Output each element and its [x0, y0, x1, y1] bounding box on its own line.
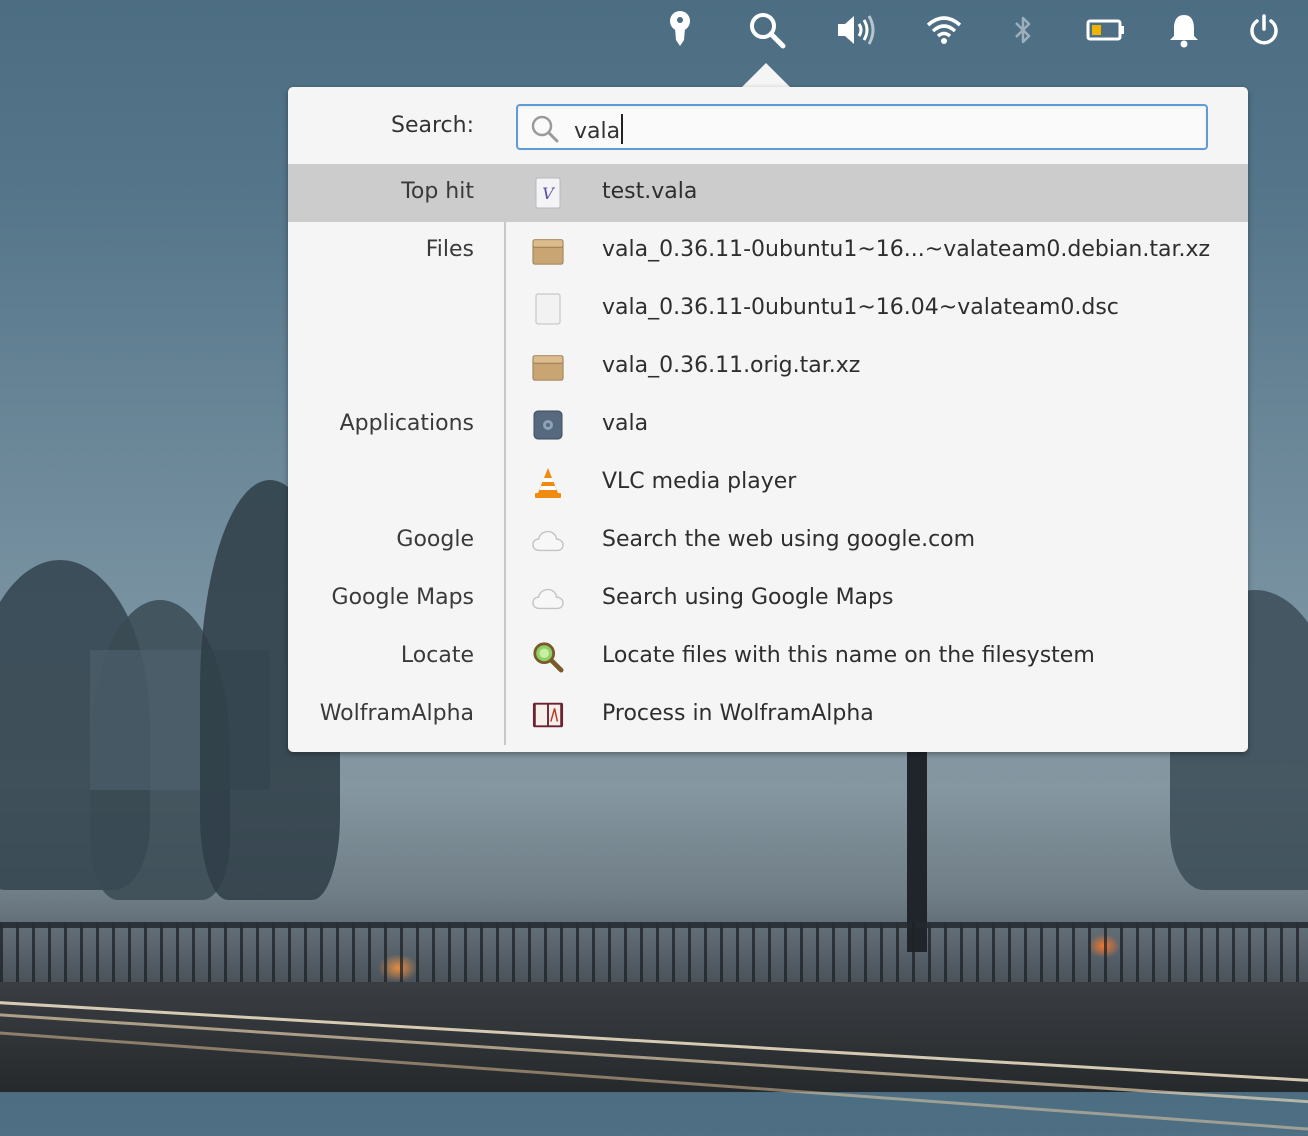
bluetooth-icon[interactable] — [1001, 8, 1045, 52]
search-icon[interactable] — [745, 8, 789, 52]
document-icon — [532, 293, 564, 325]
search-query-text: vala — [574, 119, 621, 144]
wifi-icon[interactable] — [922, 8, 966, 52]
result-title: Process in WolframAlpha — [602, 701, 874, 726]
result-row[interactable]: VLC media player — [288, 454, 1248, 512]
category-label: WolframAlpha — [319, 701, 474, 726]
result-row[interactable]: Locate Locate files with this name on th… — [288, 628, 1248, 686]
category-label: Google Maps — [331, 585, 474, 610]
wallpaper-road — [0, 982, 1308, 1092]
search-field-icon — [530, 114, 560, 148]
result-title: VLC media player — [602, 469, 797, 494]
category-label: Applications — [339, 411, 474, 436]
results-list: Top hit V test.vala Files vala_0.36.11-0… — [288, 164, 1248, 749]
search-input[interactable]: vala — [516, 104, 1208, 150]
result-title: Search the web using google.com — [602, 527, 976, 552]
result-title: vala_0.36.11-0ubuntu1~16.04~valateam0.ds… — [602, 295, 1119, 320]
wallpaper-railing — [0, 922, 1308, 982]
result-title: Search using Google Maps — [602, 585, 894, 610]
locate-icon — [532, 641, 564, 673]
search-popover: Search: vala Top hit V test.vala Files v… — [288, 87, 1248, 752]
vala-file-icon: V — [532, 177, 564, 209]
result-title: Locate files with this name on the files… — [602, 643, 1095, 668]
application-icon — [532, 409, 564, 441]
search-label: Search: — [391, 113, 474, 138]
result-row-top-hit[interactable]: Top hit V test.vala — [288, 164, 1248, 222]
result-row[interactable]: vala_0.36.11.orig.tar.xz — [288, 338, 1248, 396]
result-row[interactable]: WolframAlpha Process in WolframAlpha — [288, 686, 1248, 744]
result-title: vala_0.36.11-0ubuntu1~16...~valateam0.de… — [602, 237, 1211, 262]
notifications-icon[interactable] — [1162, 8, 1206, 52]
result-title: vala — [602, 411, 649, 436]
cloud-icon — [532, 583, 564, 615]
battery-icon[interactable] — [1084, 8, 1128, 52]
result-title: test.vala — [602, 179, 698, 204]
result-title: vala_0.36.11.orig.tar.xz — [602, 353, 861, 378]
power-icon[interactable] — [1242, 8, 1286, 52]
cloud-icon — [532, 525, 564, 557]
result-row[interactable]: Google Maps Search using Google Maps — [288, 570, 1248, 628]
svg-text:V: V — [542, 184, 555, 203]
search-query: vala — [574, 114, 624, 144]
category-label: Top hit — [401, 179, 474, 204]
vlc-icon — [532, 467, 564, 499]
archive-icon — [532, 351, 564, 383]
category-label: Files — [425, 237, 474, 262]
archive-icon — [532, 235, 564, 267]
book-icon — [532, 699, 564, 731]
result-row[interactable]: vala_0.36.11-0ubuntu1~16.04~valateam0.ds… — [288, 280, 1248, 338]
result-row[interactable]: Files vala_0.36.11-0ubuntu1~16...~valate… — [288, 222, 1248, 280]
text-caret — [621, 114, 624, 144]
result-row[interactable]: Google Search the web using google.com — [288, 512, 1248, 570]
keyring-icon[interactable] — [658, 8, 702, 52]
category-label: Google — [396, 527, 474, 552]
category-label: Locate — [400, 643, 474, 668]
popover-arrow — [742, 63, 790, 87]
result-row[interactable]: Applications vala — [288, 396, 1248, 454]
volume-icon[interactable] — [834, 8, 878, 52]
